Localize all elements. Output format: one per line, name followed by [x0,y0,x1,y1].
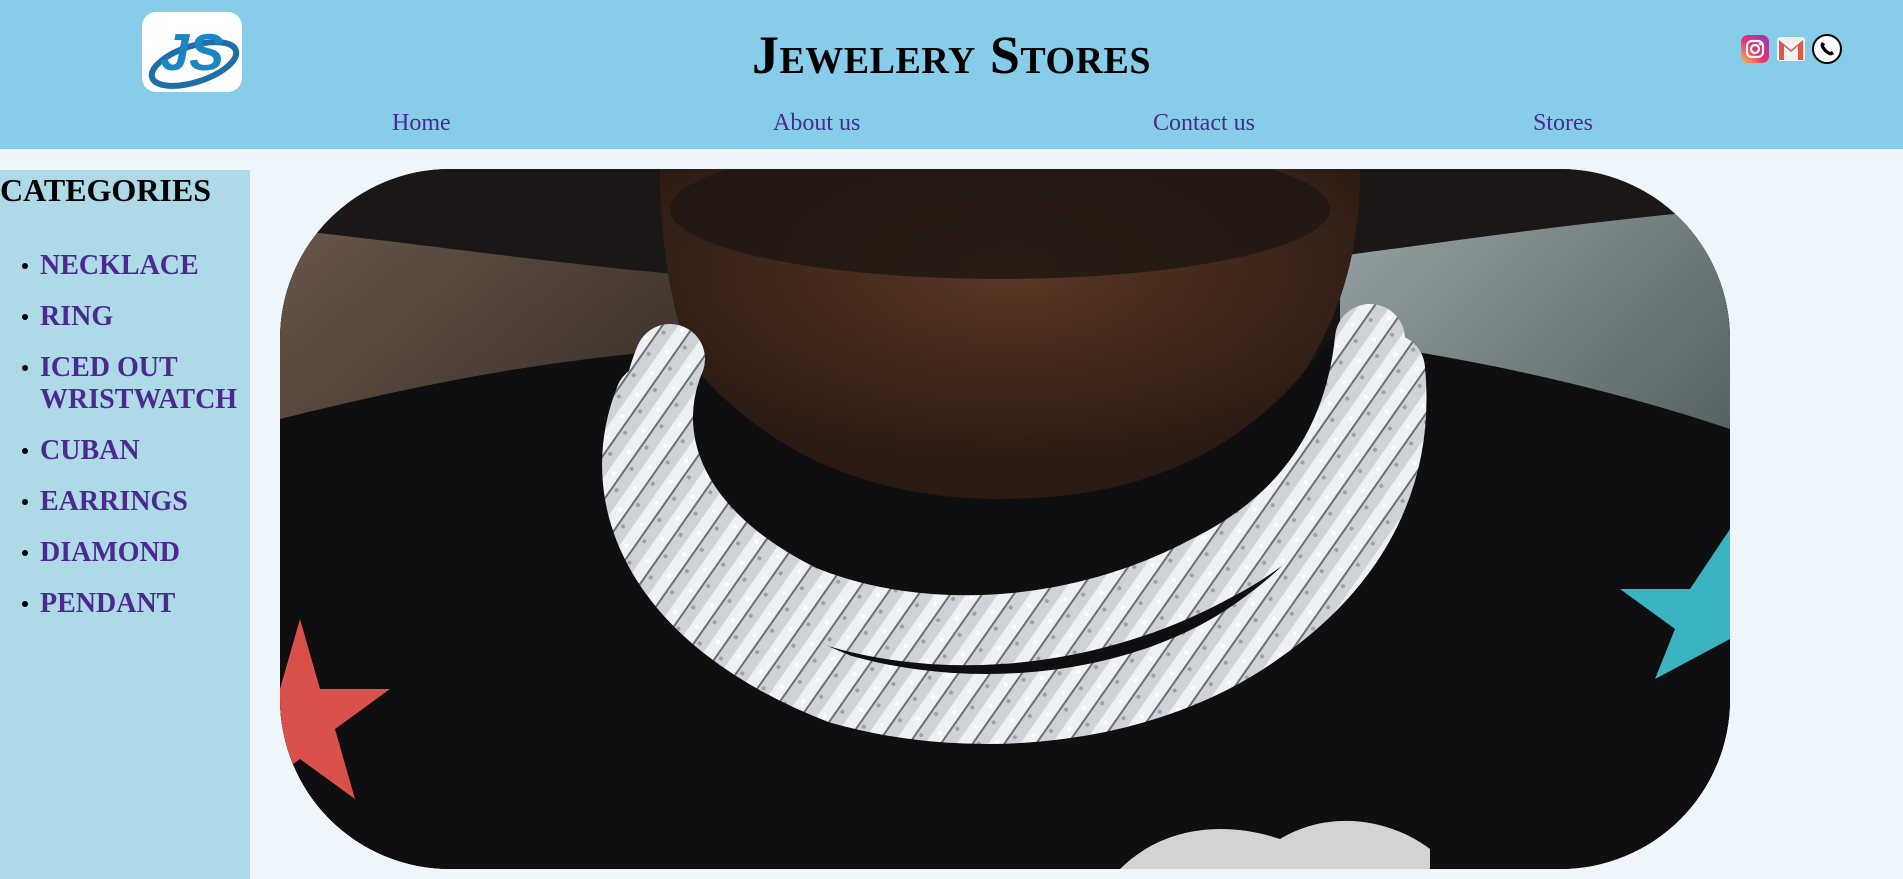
category-ring[interactable]: RING [22,301,250,333]
nav-about-us[interactable]: About us [773,108,860,138]
category-label: CUBAN [40,435,140,466]
phone-icon[interactable] [1812,34,1842,64]
bullet-icon [22,263,28,269]
instagram-icon[interactable] [1740,34,1770,64]
bullet-icon [22,499,28,505]
category-label: DIAMOND [40,537,180,568]
categories-sidebar: CATEGORIES NECKLACE RING ICED OUT WRISTW… [0,170,250,879]
hero-image [280,169,1730,869]
category-pendant[interactable]: PENDANT [22,588,250,620]
categories-list: NECKLACE RING ICED OUT WRISTWATCH CUBAN … [0,250,250,620]
site-title: Jewelery Stores [751,25,1152,85]
nav-stores[interactable]: Stores [1533,108,1593,138]
site-header: JS Jewelery Stores Home About us Contact… [0,0,1903,149]
category-iced-out-wristwatch[interactable]: ICED OUT WRISTWATCH [22,352,250,416]
social-links [1740,34,1842,64]
main-nav: Home About us Contact us Stores [0,108,1903,138]
category-necklace[interactable]: NECKLACE [22,250,250,282]
category-diamond[interactable]: DIAMOND [22,537,250,569]
bullet-icon [22,448,28,454]
category-label: PENDANT [40,588,176,619]
gmail-icon[interactable] [1776,34,1806,64]
categories-title: CATEGORIES [0,172,212,208]
category-earrings[interactable]: EARRINGS [22,486,250,518]
category-label: ICED OUT WRISTWATCH [40,352,238,415]
bullet-icon [22,601,28,607]
nav-contact-us[interactable]: Contact us [1153,108,1255,138]
nav-home[interactable]: Home [392,108,451,138]
bullet-icon [22,550,28,556]
bullet-icon [22,314,28,320]
category-cuban[interactable]: CUBAN [22,435,250,467]
category-label: RING [40,301,114,332]
category-label: EARRINGS [40,486,188,517]
category-label: NECKLACE [40,250,199,281]
bullet-icon [22,365,28,371]
necklace-photo [280,169,1730,869]
